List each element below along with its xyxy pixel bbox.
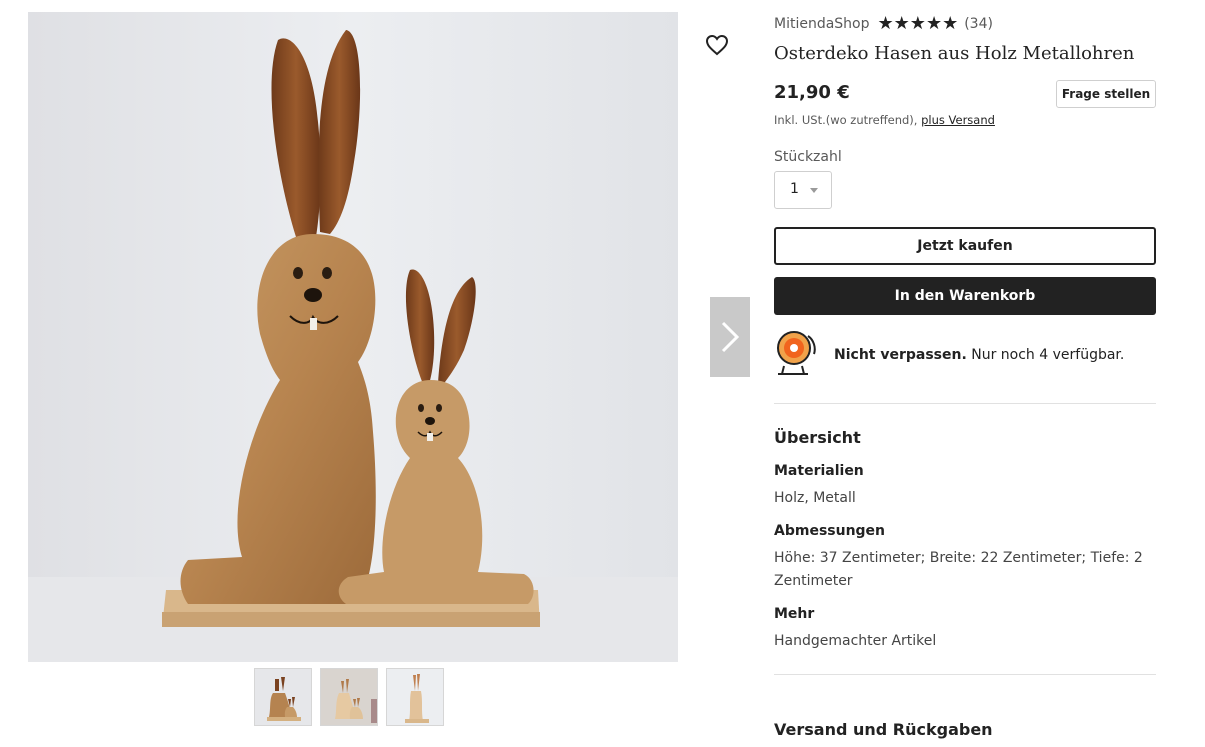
spec-title-more: Mehr	[774, 606, 815, 622]
divider	[774, 403, 1156, 404]
buy-now-button[interactable]: Jetzt kaufen	[774, 227, 1156, 265]
heart-icon[interactable]	[703, 31, 731, 59]
next-image-button[interactable]	[710, 297, 750, 377]
quantity-value: 1	[790, 181, 799, 197]
product-price: 21,90 €	[774, 82, 850, 103]
alarm-bell-icon	[774, 328, 820, 378]
thumbnail-2[interactable]	[320, 668, 378, 726]
shop-rating-line: MitiendaShop ★ ★ ★ ★ ★ (34)	[774, 14, 993, 34]
chevron-right-icon	[721, 321, 740, 353]
main-product-image[interactable]	[28, 12, 678, 662]
spec-title-materials: Materialien	[774, 463, 864, 479]
star-icon: ★	[942, 13, 959, 34]
chevron-down-icon	[810, 188, 818, 193]
tax-note: Inkl. USt.(wo zutreffend), plus Versand	[774, 113, 995, 127]
star-icon: ★	[925, 13, 943, 34]
star-icon: ★	[877, 13, 894, 34]
spec-value-more: Handgemachter Artikel	[774, 633, 937, 649]
divider	[774, 674, 1156, 675]
thumbnail-1[interactable]	[254, 668, 312, 726]
spec-value-materials: Holz, Metall	[774, 490, 856, 506]
quantity-select[interactable]: 1	[774, 171, 832, 209]
scarcity-strong: Nicht verpassen.	[834, 347, 967, 363]
overview-heading[interactable]: Übersicht	[774, 428, 861, 447]
spec-value-dimensions: Höhe: 37 Zentimeter; Breite: 22 Zentimet…	[774, 550, 1143, 589]
scarcity-message: Nicht verpassen. Nur noch 4 verfügbar.	[834, 347, 1124, 363]
star-icon: ★	[893, 13, 910, 34]
shipping-cost-link[interactable]: plus Versand	[921, 113, 995, 127]
thumbnail-3[interactable]	[386, 668, 444, 726]
review-count[interactable]: (34)	[964, 16, 993, 32]
quantity-label: Stückzahl	[774, 149, 842, 165]
star-icon: ★	[909, 13, 926, 34]
product-title: Osterdeko Hasen aus Holz Metallohren	[774, 43, 1135, 64]
shipping-returns-heading[interactable]: Versand und Rückgaben	[774, 720, 993, 739]
ask-question-button[interactable]: Frage stellen	[1056, 80, 1156, 108]
add-to-cart-button[interactable]: In den Warenkorb	[774, 277, 1156, 315]
rating-stars[interactable]: ★ ★ ★ ★ ★	[878, 15, 959, 33]
spec-title-dimensions: Abmessungen	[774, 523, 886, 539]
scarcity-rest: Nur noch 4 verfügbar.	[966, 347, 1125, 363]
tax-note-text: Inkl. USt.(wo zutreffend),	[774, 113, 918, 127]
shop-name-link[interactable]: MitiendaShop	[774, 16, 870, 32]
